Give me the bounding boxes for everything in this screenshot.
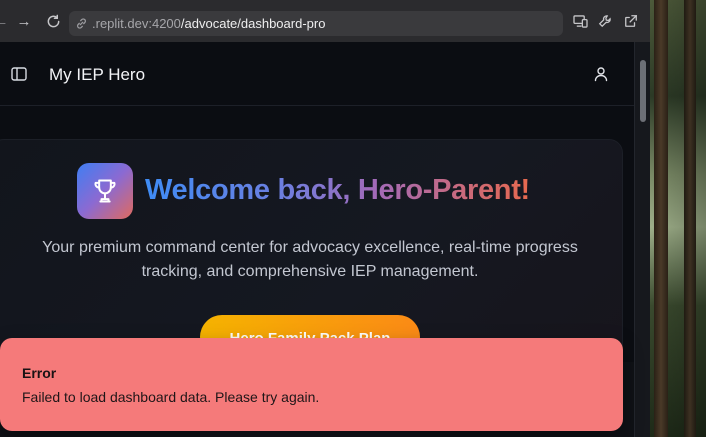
user-icon[interactable] <box>593 66 609 82</box>
back-arrow-icon[interactable]: ← <box>0 0 9 42</box>
open-external-icon[interactable] <box>622 0 640 42</box>
link-icon <box>77 18 86 29</box>
sidebar-toggle-icon[interactable] <box>11 67 27 81</box>
welcome-heading: Welcome back, Hero-Parent! <box>145 174 530 206</box>
browser-toolbar: ← → .replit.dev:4200/advocate/dashboard-… <box>0 0 650 42</box>
tree-trunk <box>654 0 668 437</box>
trophy-icon <box>77 163 133 219</box>
app-title[interactable]: My IEP Hero <box>49 65 145 85</box>
forward-arrow-icon[interactable]: → <box>16 0 32 42</box>
app-header: My IEP Hero <box>0 42 634 106</box>
url-host: .replit.dev:4200 <box>92 16 181 31</box>
url-path: /advocate/dashboard-pro <box>180 16 326 31</box>
tree-trunk <box>684 0 696 437</box>
reload-icon[interactable] <box>44 0 62 42</box>
desktop-background <box>650 0 706 437</box>
wrench-icon[interactable] <box>596 0 614 42</box>
error-message: Failed to load dashboard data. Please tr… <box>22 389 320 405</box>
page-scrollbar[interactable] <box>634 42 650 437</box>
error-title: Error <box>22 365 57 381</box>
error-toast[interactable]: Error Failed to load dashboard data. Ple… <box>0 338 623 431</box>
scrollbar-thumb[interactable] <box>640 60 646 122</box>
welcome-subtitle: Your premium command center for advocacy… <box>42 239 578 280</box>
devices-icon[interactable] <box>571 0 589 42</box>
address-bar[interactable]: .replit.dev:4200/advocate/dashboard-pro <box>69 11 563 36</box>
